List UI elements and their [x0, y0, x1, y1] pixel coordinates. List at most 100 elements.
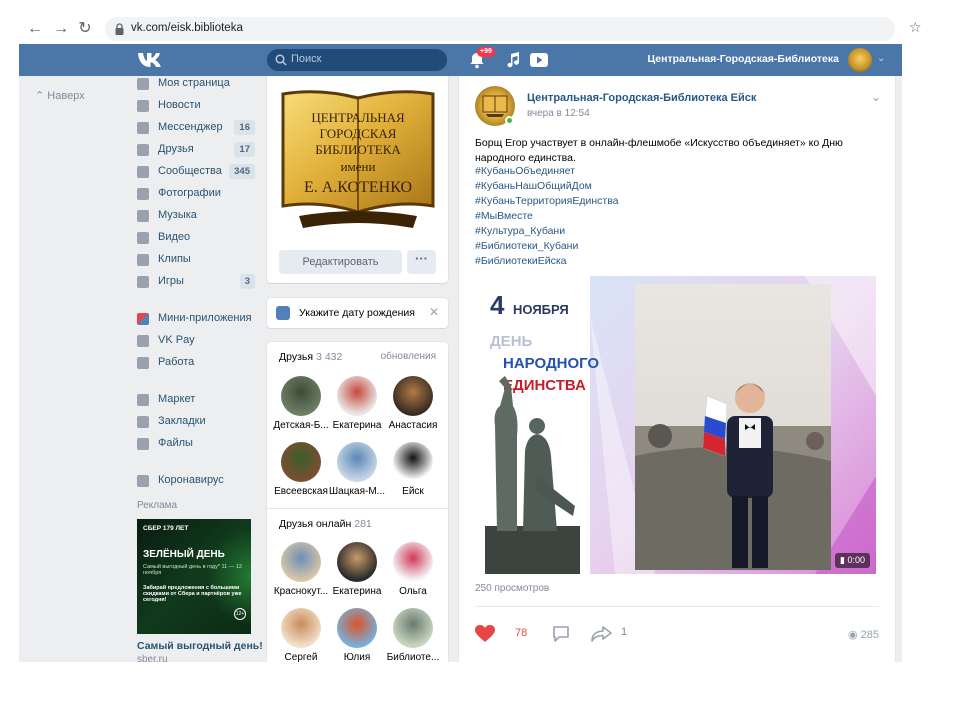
friend-item[interactable]: Ейск [383, 442, 443, 506]
sidebar-item-label: Коронавирус [158, 474, 224, 486]
divider [475, 606, 879, 607]
ad-age-badge: 12+ [234, 608, 246, 620]
friend-item[interactable]: Евсеевская [271, 442, 331, 506]
post-video[interactable]: 4 НОЯБРЯ ДЕНЬ НАРОДНОГО ЕДИНСТВА ▮ 0:00 [475, 276, 876, 574]
more-button[interactable]: ··· [407, 250, 436, 274]
close-icon[interactable]: ✕ [429, 305, 439, 319]
sidebar-item-label: Мессенджер [158, 121, 223, 133]
friend-item[interactable]: Библиоте... [383, 608, 443, 662]
profile-name[interactable]: Центральная-Городская-Библиотека [579, 53, 839, 65]
friend-name: Сергей [284, 652, 318, 662]
hashtag-link[interactable]: #КубаньТерриторияЕдинства [475, 194, 619, 209]
scroll-top-link[interactable]: ⌃ Наверх [35, 89, 85, 102]
forward-arrow-icon[interactable]: → [51, 19, 71, 39]
sidebar-item[interactable]: Закладки [137, 412, 255, 432]
sidebar-item[interactable]: Игры 3 [137, 272, 255, 292]
share-button[interactable]: 1 [591, 624, 641, 644]
avatar[interactable] [848, 48, 872, 72]
sidebar-item[interactable]: Сообщества 345 [137, 162, 255, 182]
sidebar-item[interactable]: Мессенджер 16 [137, 118, 255, 138]
cover-line-5: Е. А.КОТЕНКО [304, 179, 412, 196]
friend-item[interactable]: Екатерина [327, 376, 387, 440]
hashtag-link[interactable]: #МыВместе [475, 209, 619, 224]
sidebar-item[interactable]: Видео [137, 228, 255, 248]
sidebar-item-label: Клипы [158, 253, 191, 265]
sidebar-item[interactable]: Новости [137, 96, 255, 116]
friends-online-count: 281 [354, 518, 372, 530]
friend-item[interactable]: Детская-Б... [271, 376, 331, 440]
sidebar-item-label: Игры [158, 275, 184, 287]
video-views: 250 просмотров [475, 583, 550, 594]
sidebar-item-label: Моя страница [158, 77, 230, 89]
friend-name: Ольга [399, 586, 427, 597]
sidebar-item[interactable]: Моя страница [137, 76, 255, 94]
friend-item[interactable]: Ольга [383, 542, 443, 606]
library-cover-image[interactable]: ЦЕНТРАЛЬНАЯ ГОРОДСКАЯ БИБЛИОТЕКА имени Е… [279, 88, 437, 234]
friends-online-title: Друзья онлайн [279, 518, 352, 530]
friend-item[interactable]: Краснокут... [271, 542, 331, 606]
like-button[interactable]: 78 [475, 624, 535, 644]
sidebar-item-badge: 17 [234, 142, 255, 157]
eye-icon: ◉ [847, 629, 858, 641]
sidebar-item[interactable]: Маркет [137, 390, 255, 410]
friends-icon [137, 144, 149, 156]
hashtag-link[interactable]: #БиблиотекиЕйска [475, 254, 619, 269]
edit-button[interactable]: Редактировать [279, 250, 402, 274]
sidebar-item-label: Фотографии [158, 187, 221, 199]
sidebar-item[interactable]: Друзья 17 [137, 140, 255, 160]
friend-name: Екатерина [332, 586, 382, 597]
browser-toolbar: ← → ↻ vk.com/eisk.biblioteka ☆ [19, 14, 922, 44]
friends-updates-link[interactable]: обновления [381, 351, 436, 362]
ad-brand: СБЕР 179 ЛЕТ [143, 525, 189, 532]
post-time[interactable]: вчера в 12:54 [527, 108, 590, 119]
hashtag-link[interactable]: #Культура_Кубани [475, 224, 619, 239]
back-arrow-icon[interactable]: ← [25, 19, 45, 39]
sidebar-item-badge: 3 [239, 274, 255, 289]
hashtag-link[interactable]: #Библиотеки_Кубани [475, 239, 619, 254]
sidebar-item[interactable]: Коронавирус [137, 471, 255, 491]
birthday-card[interactable]: Укажите дату рождения ✕ [267, 298, 448, 328]
sidebar-item[interactable]: Фотографии [137, 184, 255, 204]
friend-item[interactable]: Екатерина [327, 542, 387, 606]
address-bar[interactable]: vk.com/eisk.biblioteka [105, 17, 895, 41]
bookmark-star-icon[interactable]: ☆ [909, 19, 922, 36]
friend-avatar [393, 608, 433, 648]
sidebar-item[interactable]: Музыка [137, 206, 255, 226]
vk-logo-icon[interactable] [137, 51, 165, 69]
sidebar-item[interactable]: VK Pay [137, 331, 255, 351]
music-icon [137, 210, 149, 222]
search-input[interactable]: Поиск [267, 49, 447, 71]
ad-title[interactable]: Самый выгодный день! [137, 640, 263, 652]
media-title-line1: НАРОДНОГО [503, 355, 599, 372]
friends-header[interactable]: Друзья 3 432 [279, 351, 342, 363]
sidebar-item[interactable]: Клипы [137, 250, 255, 270]
friend-avatar [337, 608, 377, 648]
vk-header: Поиск +99 Центральная-Городская-Библиоте… [19, 44, 902, 76]
friend-item[interactable]: Сергей [271, 608, 331, 662]
friends-online-header[interactable]: Друзья онлайн 281 [279, 518, 372, 530]
post-author[interactable]: Центральная-Городская-Библиотека Ейск [527, 92, 756, 104]
friend-item[interactable]: Анастасия [383, 376, 443, 440]
music-icon[interactable] [506, 51, 520, 69]
ad-domain[interactable]: sber.ru [137, 654, 168, 662]
reload-icon[interactable]: ↻ [75, 19, 95, 39]
ad-banner[interactable]: СБЕР 179 ЛЕТ ЗЕЛЁНЫЙ ДЕНЬ Самый выгодный… [137, 519, 251, 634]
comment-button[interactable] [552, 624, 572, 644]
sidebar-item[interactable]: Работа [137, 353, 255, 373]
sidebar-item[interactable]: Мини-приложения [137, 309, 255, 329]
video-play-icon[interactable] [529, 51, 549, 69]
post-hashtags: #КубаньОбъединяет #КубаньНашОбщийДом #Куба… [475, 164, 619, 269]
hashtag-link[interactable]: #КубаньНашОбщийДом [475, 179, 619, 194]
cake-icon [276, 306, 290, 320]
friend-item[interactable]: Шацкая-М... [327, 442, 387, 506]
chevron-down-icon[interactable]: ⌄ [877, 53, 885, 64]
chevron-down-icon[interactable]: ⌄ [871, 90, 881, 104]
sidebar-item-label: Новости [158, 99, 201, 111]
post-text: Борщ Егор участвует в онлайн-флешмобе «И… [475, 137, 843, 164]
friends-count: 3 432 [316, 351, 343, 363]
friend-avatar [337, 542, 377, 582]
friend-avatar [393, 542, 433, 582]
friend-item[interactable]: Юлия [327, 608, 387, 662]
sidebar-item[interactable]: Файлы [137, 434, 255, 454]
hashtag-link[interactable]: #КубаньОбъединяет [475, 164, 619, 179]
